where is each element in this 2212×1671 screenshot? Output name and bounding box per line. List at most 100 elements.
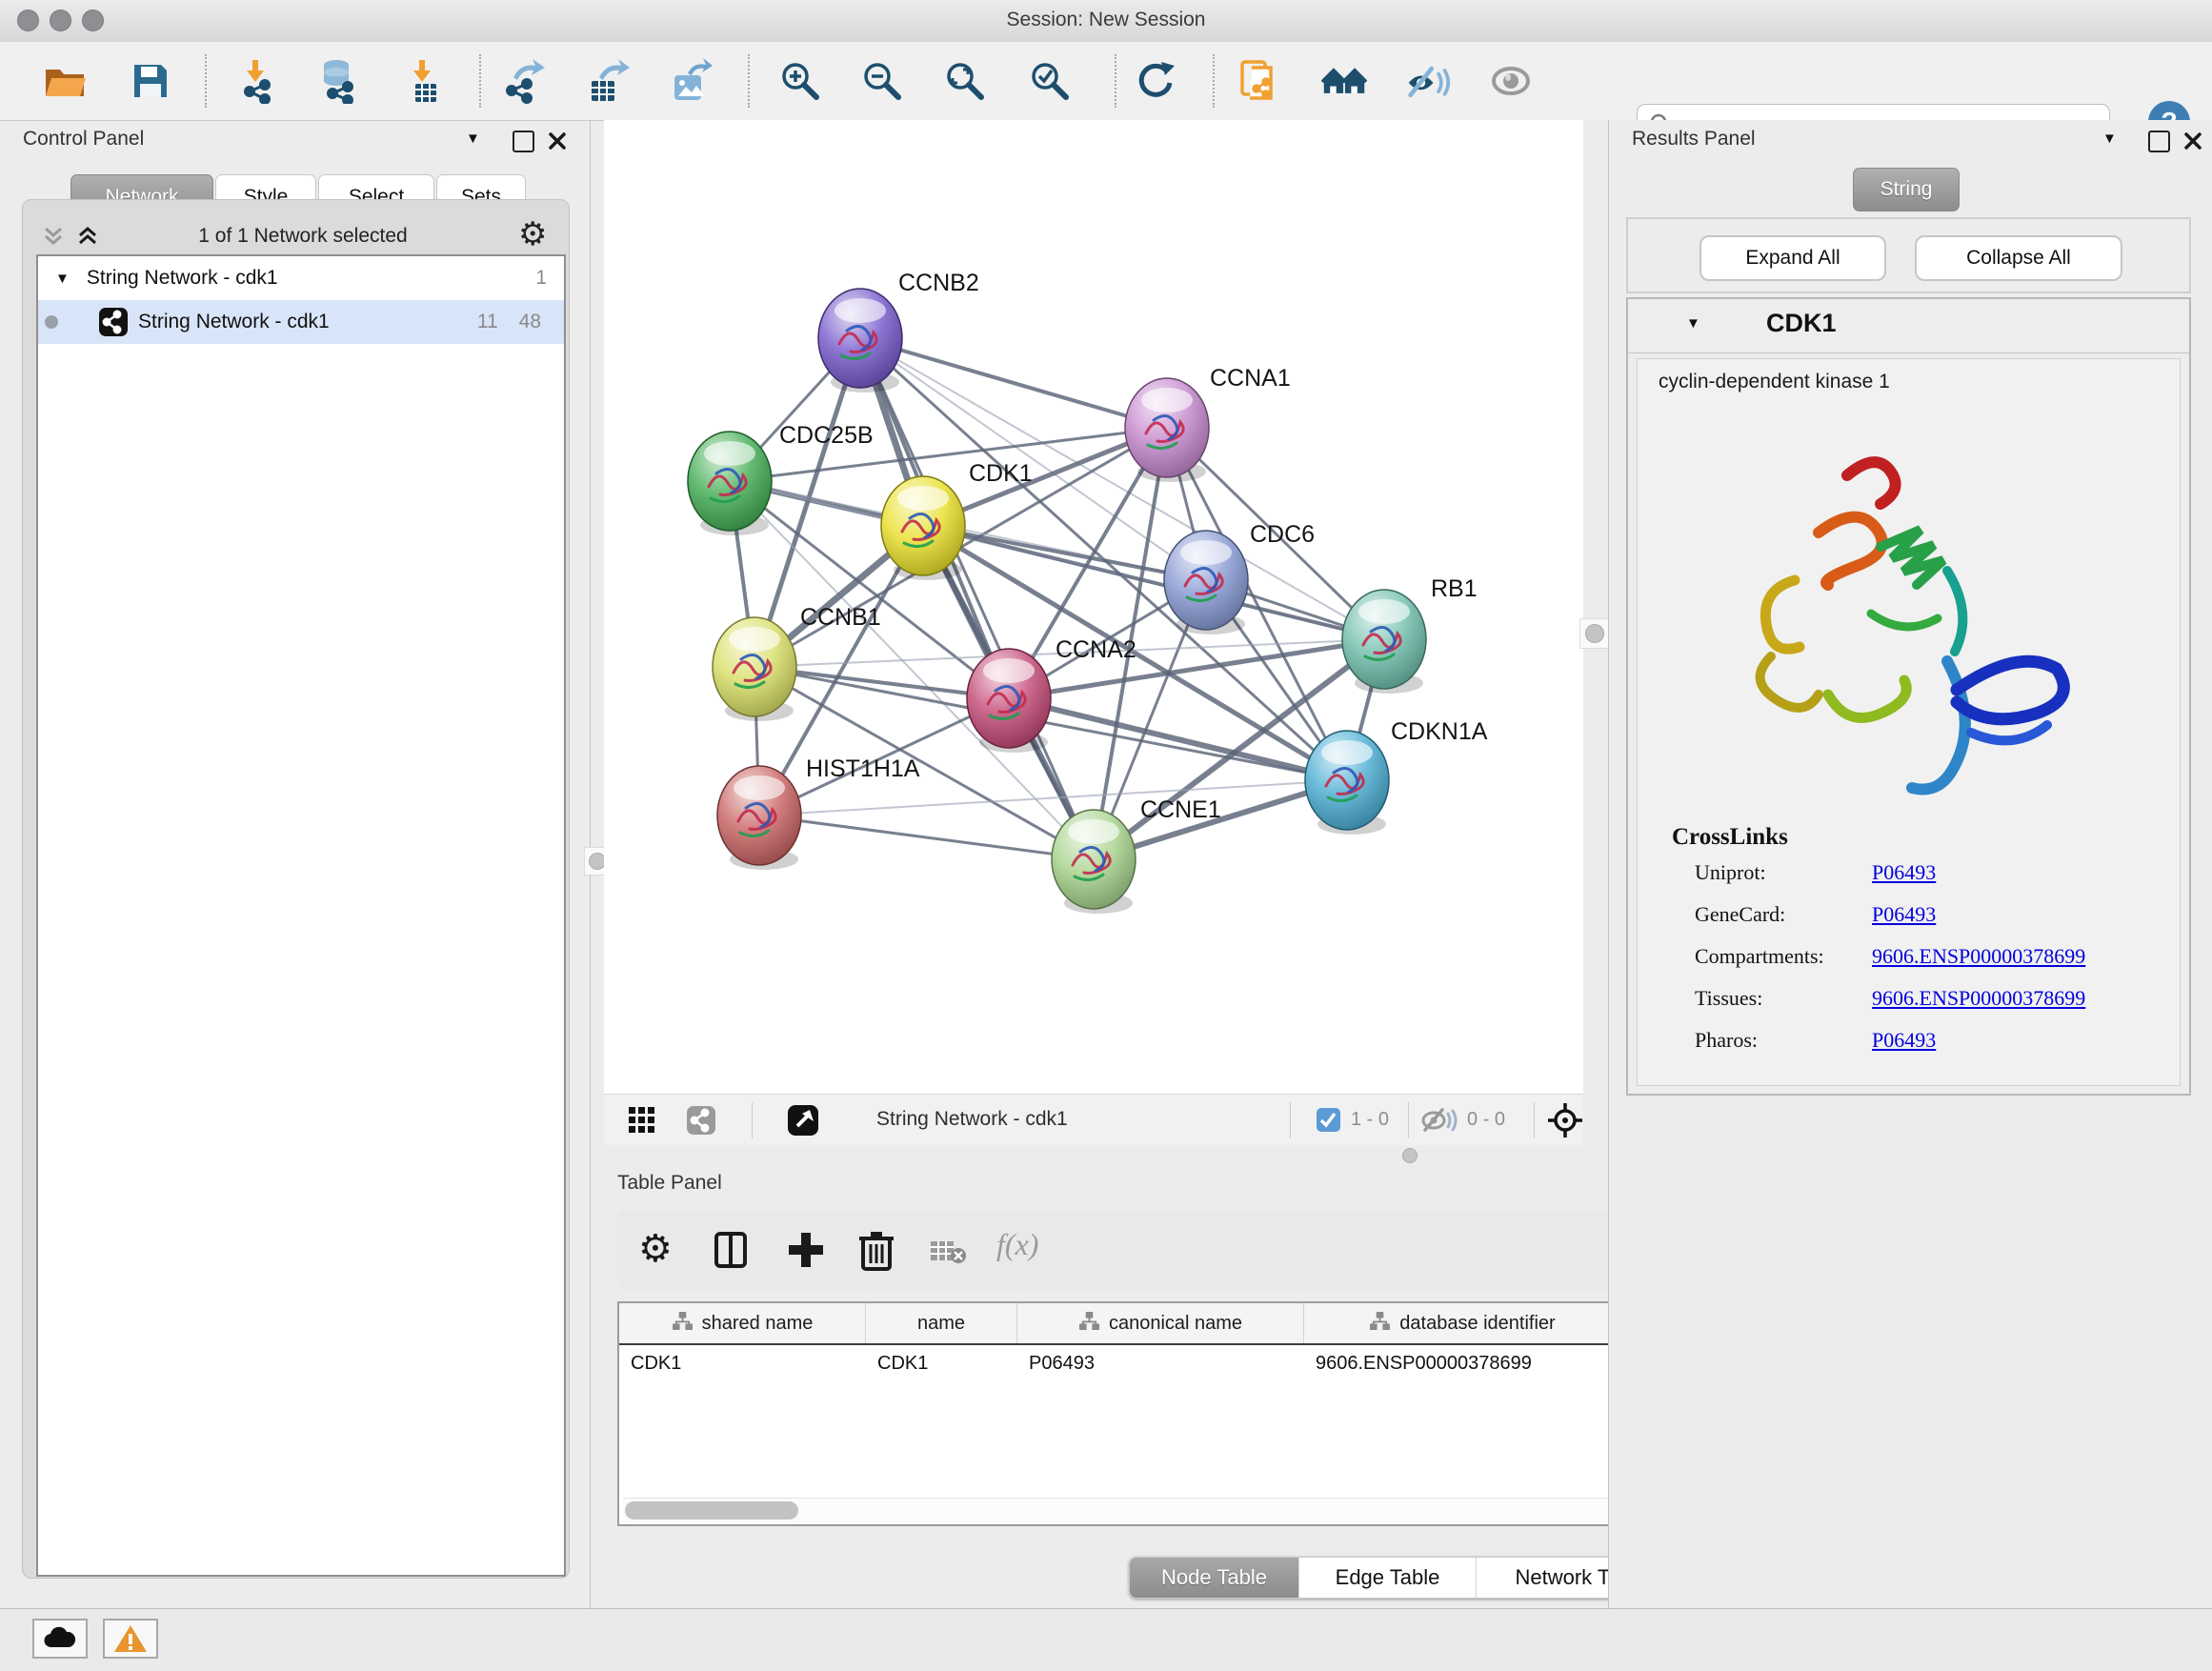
zoom-in-button[interactable] [777,58,823,104]
hidden-eye-slash-icon[interactable] [1421,1108,1458,1133]
save-session-button[interactable] [128,58,173,104]
table-settings-gear-icon[interactable]: ⚙ [638,1227,673,1271]
network-node-CDKN1A[interactable] [1305,731,1389,835]
close-panel-icon[interactable] [547,131,568,151]
float-panel-icon[interactable] [513,131,534,152]
hide-show-button[interactable] [1405,58,1451,104]
main-toolbar: ? [0,42,2212,121]
export-table-button[interactable] [584,58,630,104]
network-node-CCNA1[interactable] [1125,378,1209,482]
network-tree-root-row[interactable]: ▼ String Network - cdk1 1 [38,256,564,300]
network-view-title: String Network - cdk1 [876,1108,1068,1131]
crosslink-link[interactable]: 9606.ENSP00000378699 [1872,986,2085,1011]
toolbar-separator [1115,54,1116,108]
tab-edge-table[interactable]: Edge Table [1298,1558,1476,1598]
results-panel-title: Results Panel [1632,128,1756,151]
network-node-CCNB2[interactable] [818,289,902,393]
grid-view-icon[interactable] [629,1107,655,1134]
cell-shared-name[interactable]: CDK1 [619,1345,866,1385]
column-header-canonical-name[interactable]: canonical name [1017,1303,1304,1343]
divider [1628,352,2189,353]
tab-node-table[interactable]: Node Table [1130,1558,1298,1598]
cell-canonical-name[interactable]: P06493 [1017,1345,1304,1385]
eye-slash-icon [1405,60,1451,102]
network-label: String Network - cdk1 [138,311,330,333]
column-header-database-identifier[interactable]: database identifier [1304,1303,1621,1343]
network-node-CDC25B[interactable] [688,432,772,535]
network-tree-child-row[interactable]: String Network - cdk1 11 48 [38,300,564,344]
first-neighbors-button[interactable] [1321,58,1367,104]
shared-column-icon [1078,1311,1100,1337]
float-panel-icon[interactable] [2148,131,2170,152]
close-panel-icon[interactable] [2182,131,2203,151]
node-label-CCNB1: CCNB1 [800,604,881,631]
expand-all-networks-icon[interactable] [74,225,101,250]
column-header-name[interactable]: name [866,1303,1017,1343]
delete-column-trash-icon[interactable] [857,1229,895,1271]
export-network-button[interactable] [500,58,546,104]
title-bar: Session: New Session [0,0,2212,43]
status-bar: Memory [0,1608,2212,1671]
network-node-RB1[interactable] [1342,590,1426,694]
entry-title: CDK1 [1766,309,1837,338]
detach-view-icon[interactable] [787,1104,819,1137]
cloud-status-button[interactable] [32,1619,88,1659]
network-view-icon[interactable] [686,1105,716,1136]
show-graphics-button[interactable] [1488,58,1534,104]
zoom-fit-button[interactable] [942,58,988,104]
scrollbar-thumb[interactable] [625,1501,798,1520]
collapse-all-networks-icon[interactable] [40,225,67,250]
right-splitter-handle[interactable] [1579,618,1610,649]
crosslink-link[interactable]: P06493 [1872,1028,1936,1053]
crosslink-link[interactable]: P06493 [1872,860,1936,885]
network-options-gear-icon[interactable]: ⚙ [518,215,547,253]
cell-database-identifier[interactable]: 9606.ENSP00000378699 [1304,1345,1621,1385]
gray-eye-icon [1488,60,1534,102]
collapse-all-label: Collapse All [1966,247,2071,270]
duplicate-network-button[interactable] [1237,58,1282,104]
import-table-button[interactable] [402,58,448,104]
network-node-CDC6[interactable] [1164,531,1248,634]
collapse-panel-icon[interactable]: ▼ [2102,131,2117,147]
crosslink-link[interactable]: 9606.ENSP00000378699 [1872,944,2085,969]
open-session-button[interactable] [42,58,88,104]
network-node-CCNA2[interactable] [967,649,1051,753]
column-label: database identifier [1399,1313,1555,1335]
crosslinks-title: CrossLinks [1672,824,1788,851]
network-collection-count: 1 [535,267,547,290]
network-node-CDK1[interactable] [881,476,965,580]
network-graph[interactable]: CCNB2CCNA1CDC25BCDK1CDC6RB1CCNB1CCNA2CDK… [604,120,1583,1094]
add-column-icon[interactable] [787,1231,825,1269]
expand-all-button[interactable]: Expand All [1699,235,1886,281]
apply-layout-button[interactable] [1133,58,1178,104]
check-icon [1317,1108,1340,1132]
crosslink-row: GeneCard:P06493 [1695,902,2171,927]
toolbar-separator [748,54,750,108]
toolbar-separator [205,54,207,108]
tree-expand-icon[interactable]: ▼ [55,271,70,287]
selected-checkbox[interactable] [1317,1108,1340,1132]
network-node-HIST1H1A[interactable] [717,766,801,870]
cell-name[interactable]: CDK1 [866,1345,1017,1385]
network-node-CCNE1[interactable] [1052,810,1136,914]
entry-collapse-icon[interactable]: ▼ [1686,315,1700,332]
import-network-button[interactable] [235,58,281,104]
show-columns-icon[interactable] [713,1231,751,1269]
tab-string[interactable]: String [1853,168,1960,211]
zoom-in-icon [777,58,823,104]
import-network-from-database-button[interactable] [315,58,361,104]
export-image-button[interactable] [667,58,713,104]
fit-content-crosshair-icon[interactable] [1547,1102,1583,1138]
collapse-all-button[interactable]: Collapse All [1915,235,2122,281]
zoom-out-button[interactable] [859,58,905,104]
network-canvas[interactable]: CCNB2CCNA1CDC25BCDK1CDC6RB1CCNB1CCNA2CDK… [604,120,1583,1094]
crosslink-link[interactable]: P06493 [1872,902,1936,927]
zoom-selected-button[interactable] [1027,58,1073,104]
toolbar-separator [479,54,481,108]
node-label-CCNB2: CCNB2 [898,270,979,296]
collapse-panel-icon[interactable]: ▼ [466,131,480,147]
crosslink-label: Pharos: [1695,1028,1872,1053]
network-node-CCNB1[interactable] [713,617,796,721]
column-header-shared-name[interactable]: shared name [619,1303,866,1343]
warnings-button[interactable] [103,1619,158,1659]
